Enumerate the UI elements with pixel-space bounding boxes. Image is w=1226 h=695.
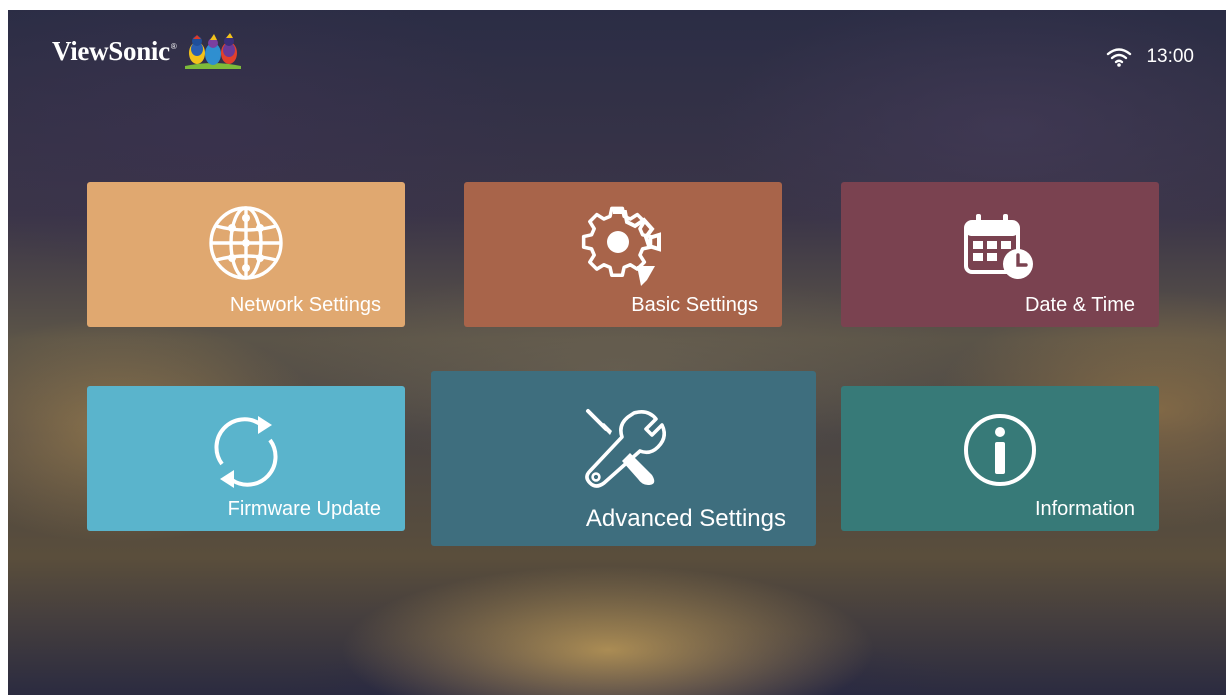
tile-label: Basic Settings — [631, 294, 758, 316]
calendar-clock-icon — [964, 214, 1033, 279]
refresh-icon — [214, 416, 278, 488]
wifi-icon — [1107, 48, 1132, 67]
brand-name: ViewSonic — [52, 35, 170, 66]
tile-advanced-settings[interactable]: Advanced Settings — [431, 371, 816, 546]
gear-settings-icon — [581, 206, 661, 286]
tile-label: Information — [1034, 498, 1135, 520]
tile-date-time[interactable]: Date & Time — [841, 182, 1159, 327]
launcher-screen: ViewSonic ® 13:00 Network Settings Basic… — [8, 10, 1226, 695]
tile-basic-settings[interactable]: Basic Settings — [464, 182, 782, 327]
tile-label: Date & Time — [1024, 294, 1135, 316]
clock-time: 13:00 — [1146, 46, 1194, 67]
tile-label: Advanced Settings — [585, 505, 786, 532]
tile-information[interactable]: Information — [841, 386, 1159, 531]
status-bar: 13:00 — [1106, 46, 1194, 68]
brand-logo: ViewSonic ® — [52, 32, 243, 70]
tile-network-settings[interactable]: Network Settings — [87, 182, 405, 327]
tile-label: Network Settings — [229, 294, 381, 316]
globe-network-icon — [209, 206, 283, 280]
tools-icon — [584, 409, 666, 488]
info-icon — [964, 414, 1036, 486]
viewsonic-birds-logo-icon — [184, 33, 241, 69]
tile-label: Firmware Update — [227, 498, 381, 520]
tile-firmware-update[interactable]: Firmware Update — [87, 386, 405, 531]
brand-registered-mark: ® — [170, 42, 177, 51]
